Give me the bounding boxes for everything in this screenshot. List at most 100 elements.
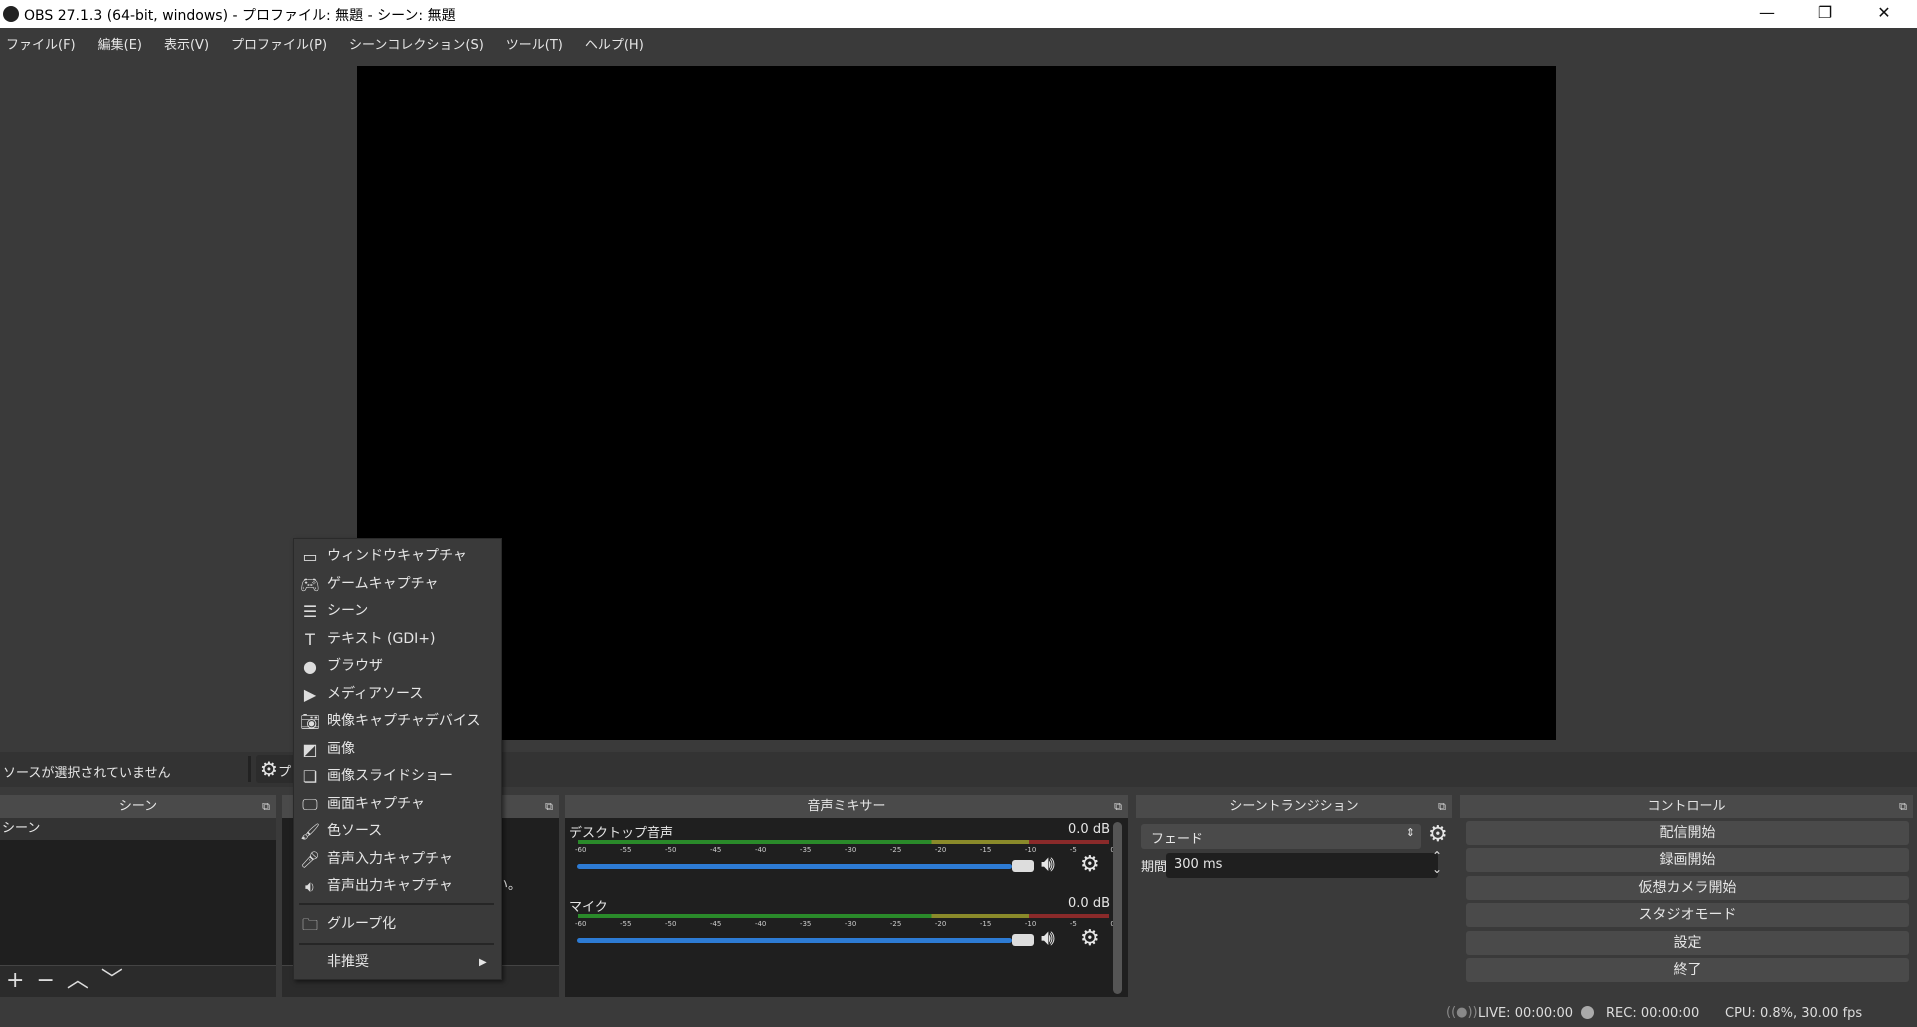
float-icon[interactable]: ⧉ [262, 795, 270, 818]
globe-icon: ● [303, 657, 317, 676]
play-icon: ▶ [303, 684, 317, 704]
spin-icon: ⇕ [1405, 826, 1415, 839]
tick-label: -30 [844, 920, 857, 928]
tick-label: -30 [844, 846, 857, 854]
properties-button[interactable]: ⚙プ [256, 755, 296, 783]
meter-ticks: -60-55-50-45-40-35-30-25-20-15-10-50 [575, 846, 1115, 858]
stepper-icon[interactable]: ⌃ ⌄ [1432, 850, 1442, 876]
menu-item-label: 音声入力キャプチャ [327, 850, 453, 867]
transitions-body: フェード ⇕ ⚙ 期間 300 ms ⌃ ⌄ [1136, 818, 1452, 997]
menu-item-label: 色ソース [327, 823, 383, 839]
menu-item[interactable]: 📷︎ 映像キャプチャデバイス [294, 708, 501, 735]
start-streaming-button[interactable]: 配信開始 [1466, 821, 1909, 845]
duration-input[interactable]: 300 ms [1166, 853, 1438, 878]
menu-item-label: 音声出力キャプチャ [327, 878, 453, 894]
tick-label: -35 [799, 920, 812, 928]
tick-label: -40 [754, 920, 767, 928]
move-up-icon[interactable]: ︿ [67, 968, 89, 993]
restore-button[interactable]: ❐ [1796, 0, 1854, 28]
scrollbar[interactable] [1113, 822, 1122, 994]
slideshow-icon: ❏ [302, 767, 318, 786]
menu-item-label: 非推奨 [327, 954, 369, 970]
speaker-icon: 🔉︎ [304, 877, 316, 896]
volume-slider-handle[interactable] [1012, 934, 1034, 946]
float-icon[interactable]: ⧉ [1438, 795, 1446, 818]
dock-title: シーントランジション ⧉ [1136, 795, 1452, 818]
tick-label: -55 [619, 846, 632, 854]
volume-slider[interactable] [577, 938, 1012, 943]
menu-scene-collection[interactable]: シーンコレクション(S) [349, 28, 494, 55]
float-icon[interactable]: ⧉ [545, 795, 553, 818]
studio-mode-button[interactable]: スタジオモード [1466, 903, 1909, 927]
image-icon: ◩ [302, 739, 318, 759]
menu-item[interactable]: 🖵 画面キャプチャ [294, 791, 501, 818]
menu-item-label: 画像 [327, 740, 355, 757]
scene-list: シーン + − ︿ ﹀ [0, 818, 276, 997]
live-time: LIVE: 00:00:00 [1478, 1006, 1574, 1021]
transition-select[interactable]: フェード ⇕ [1141, 824, 1421, 849]
add-source-menu: ▭ ウィンドウキャプチャ 🎮︎ ゲームキャプチャ ☰ シーン T テキスト (GDI+) ● ブラ… [293, 538, 502, 980]
menu-item[interactable]: ☰ シーン [294, 598, 501, 625]
menu-item-label: グループ化 [327, 916, 397, 932]
tick-label: -50 [664, 846, 677, 854]
menu-edit[interactable]: 編集(E) [98, 28, 152, 55]
gamepad-icon: 🎮︎ [299, 574, 321, 594]
menu-item[interactable]: 🖌︎ 色ソース [294, 818, 501, 845]
menu-file[interactable]: ファイル(F) [6, 28, 86, 55]
close-button[interactable]: ✕ [1855, 0, 1913, 28]
speaker-icon[interactable]: 🔊︎ [1041, 852, 1055, 877]
menu-item-deprecated[interactable]: 非推奨 ▶ [294, 949, 501, 976]
menu-item[interactable]: 🎮︎ ゲームキャプチャ [294, 571, 501, 598]
scene-toolbar: + − ︿ ﹀ [0, 965, 276, 997]
move-down-icon[interactable]: ﹀ [101, 968, 123, 993]
divider [248, 756, 251, 782]
menu-tools[interactable]: ツール(T) [506, 28, 573, 55]
tick-label: -45 [709, 920, 722, 928]
tick-label: -60 [575, 846, 587, 854]
add-icon[interactable]: + [6, 968, 24, 993]
menu-item[interactable]: 🎤︎ 音声入力キャプチャ [294, 846, 501, 873]
menu-item-label: 映像キャプチャデバイス [327, 713, 481, 729]
volume-meter [578, 914, 1109, 918]
menu-item[interactable]: 🔉︎ 音声出力キャプチャ [294, 873, 501, 900]
tick-label: -60 [575, 920, 587, 928]
tick-label: -25 [889, 920, 902, 928]
menu-help[interactable]: ヘルプ(H) [585, 28, 654, 55]
scene-item[interactable]: シーン [0, 818, 276, 840]
tick-label: -10 [1024, 920, 1037, 928]
volume-meter [578, 840, 1109, 844]
meter-ticks: -60-55-50-45-40-35-30-25-20-15-10-50 [575, 920, 1115, 932]
channel-name: デスクトップ音声 [569, 826, 674, 841]
source-status: ソースが選択されていません [3, 766, 171, 781]
title-bar: OBS 27.1.3 (64-bit, windows) - プロファイル: 無… [0, 0, 1917, 28]
menu-item-group[interactable]: 🗀 グループ化 [294, 911, 501, 938]
gear-icon[interactable]: ⚙ [1428, 822, 1448, 847]
remove-icon[interactable]: − [36, 968, 54, 993]
scenes-dock: シーン ⧉ シーン + − ︿ ﹀ [0, 795, 276, 997]
menu-item[interactable]: ◩ 画像 [294, 736, 501, 763]
menu-item[interactable]: ▭ ウィンドウキャプチャ [294, 543, 501, 570]
rec-icon [1581, 1006, 1594, 1019]
settings-button[interactable]: 設定 [1466, 931, 1909, 955]
tick-label: -45 [709, 846, 722, 854]
gear-icon[interactable]: ⚙ [1080, 852, 1100, 877]
volume-slider[interactable] [577, 864, 1012, 869]
preview-canvas[interactable] [357, 66, 1556, 740]
tick-label: -10 [1024, 846, 1037, 854]
minimize-button[interactable]: — [1738, 0, 1796, 28]
gear-icon[interactable]: ⚙ [1080, 926, 1100, 951]
volume-slider-handle[interactable] [1012, 860, 1034, 872]
menu-item[interactable]: ❏ 画像スライドショー [294, 763, 501, 790]
start-virtual-camera-button[interactable]: 仮想カメラ開始 [1466, 876, 1909, 900]
float-icon[interactable]: ⧉ [1114, 795, 1122, 818]
exit-button[interactable]: 終了 [1466, 958, 1909, 982]
menu-item[interactable]: T テキスト (GDI+) [294, 626, 501, 653]
menu-view[interactable]: 表示(V) [164, 28, 219, 55]
menu-item[interactable]: ● ブラウザ [294, 653, 501, 680]
start-recording-button[interactable]: 録画開始 [1466, 848, 1909, 872]
speaker-icon[interactable]: 🔊︎ [1041, 926, 1055, 951]
float-icon[interactable]: ⧉ [1899, 795, 1907, 818]
menu-profile[interactable]: プロファイル(P) [231, 28, 337, 55]
menu-item-label: 画像スライドショー [327, 768, 453, 784]
menu-item[interactable]: ▶ メディアソース [294, 681, 501, 708]
